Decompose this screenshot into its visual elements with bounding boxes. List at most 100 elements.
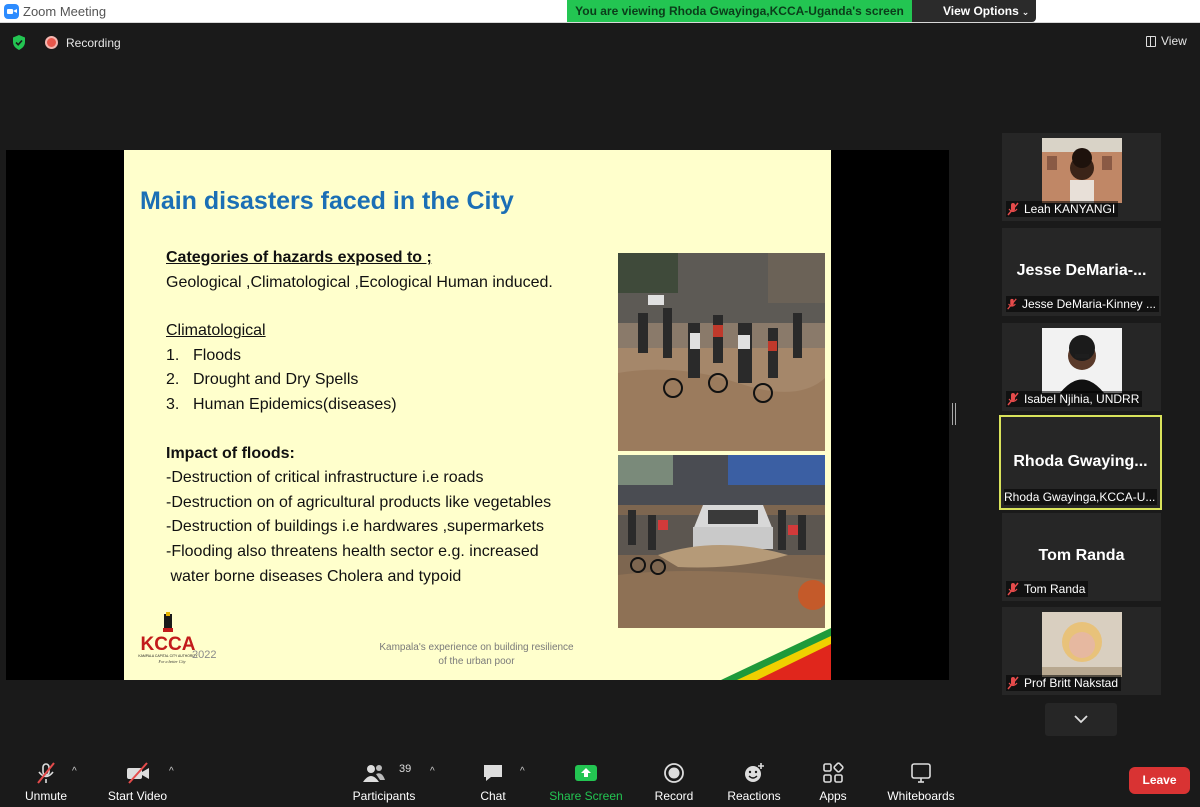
leave-button[interactable]: Leave [1129, 767, 1190, 794]
participant-caption: Isabel Njihia, UNDRR [1006, 391, 1143, 407]
view-options-label: View Options [943, 4, 1019, 18]
chat-options-caret[interactable]: ^ [520, 766, 525, 777]
participant-tile[interactable]: Jesse DeMaria-... Jesse DeMaria-Kinney .… [1002, 228, 1161, 316]
impact-line: -Destruction on of agricultural products… [166, 493, 552, 511]
mic-muted-icon [1007, 676, 1019, 690]
shared-screen: Main disasters faced in the City Categor… [6, 150, 949, 680]
share-screen-label: Share Screen [549, 789, 623, 803]
participant-name: Tom Randa [1024, 582, 1086, 596]
impact-line: water borne diseases Cholera and typoid [166, 567, 462, 585]
record-button[interactable]: Record [650, 753, 698, 807]
participant-tile-active-speaker[interactable]: Rhoda Gwaying... Rhoda Gwayinga,KCCA-U..… [999, 415, 1162, 510]
apps-button[interactable]: Apps [810, 753, 856, 807]
window-title: Zoom Meeting [23, 4, 107, 19]
impact-line: -Flooding also threatens health sector e… [166, 542, 539, 560]
start-video-label: Start Video [107, 789, 168, 803]
participants-options-caret[interactable]: ^ [430, 766, 435, 777]
unmute-label: Unmute [24, 789, 68, 803]
participant-name: Rhoda Gwayinga,KCCA-U... [1004, 490, 1156, 504]
audio-options-caret[interactable]: ^ [72, 766, 77, 777]
kcca-logo-subtext: KAMPALA CAPITAL CITY AUTHORITY [138, 654, 198, 658]
participant-tile[interactable]: Isabel Njihia, UNDRR [1002, 323, 1161, 411]
list-item: 2. Drought and Dry Spells [166, 371, 359, 389]
slide-footer-line1: Kampala's experience on building resilie… [379, 642, 574, 653]
more-participants-button[interactable] [1045, 703, 1117, 736]
kcca-logo-tagline: For a better City [158, 659, 186, 664]
record-label: Record [654, 789, 694, 803]
whiteboards-label: Whiteboards [887, 789, 955, 803]
impact-heading: Impact of floods: [166, 444, 295, 462]
list-item: 3. Human Epidemics(diseases) [166, 395, 397, 413]
apps-icon [823, 762, 844, 783]
recording-label: Recording [66, 36, 121, 50]
participant-caption: Leah KANYANGI [1006, 201, 1119, 217]
view-button[interactable]: View [1140, 32, 1194, 52]
participant-caption: Jesse DeMaria-Kinney ... [1006, 296, 1159, 312]
chevron-down-icon: ⌄ [1021, 7, 1030, 17]
encryption-shield-icon[interactable] [12, 35, 26, 50]
whiteboard-icon [911, 763, 931, 783]
participant-display-name: Rhoda Gwaying... [1013, 453, 1148, 470]
mic-muted-icon [1007, 392, 1019, 406]
chevron-down-icon [1074, 715, 1088, 724]
presentation-slide: Main disasters faced in the City Categor… [124, 150, 831, 680]
slide-title: Main disasters faced in the City [140, 187, 514, 215]
participants-icon [363, 765, 385, 782]
participant-caption: Rhoda Gwayinga,KCCA-U... [1004, 489, 1157, 505]
participants-button[interactable]: 39 Participants [345, 753, 423, 807]
participant-tile[interactable]: Tom Randa Tom Randa [1002, 513, 1161, 601]
apps-label: Apps [819, 789, 847, 803]
slide-body: Categories of hazards exposed to ; Geolo… [166, 246, 606, 589]
video-options-caret[interactable]: ^ [169, 766, 174, 777]
share-screen-icon [575, 765, 597, 781]
screen-share-banner: You are viewing Rhoda Gwayinga,KCCA-Ugan… [567, 0, 912, 22]
list-item: 1. Floods [166, 346, 242, 364]
participant-caption: Prof Britt Nakstad [1006, 675, 1122, 691]
video-off-icon [126, 762, 149, 784]
slide-footer-line2: of the urban poor [438, 656, 515, 667]
kcca-logo-text: KCCA [141, 634, 196, 655]
mic-muted-icon [1007, 202, 1019, 216]
share-screen-button[interactable]: Share Screen [548, 753, 624, 807]
view-grid-icon [1146, 36, 1156, 47]
participant-tile[interactable]: Leah KANYANGI [1002, 133, 1161, 221]
impact-line: -Destruction of buildings i.e hardwares … [166, 518, 544, 536]
participant-tile[interactable]: Prof Britt Nakstad [1002, 607, 1161, 695]
participant-name: Leah KANYANGI [1024, 202, 1116, 216]
zoom-app-icon [4, 4, 19, 19]
participant-display-name: Jesse DeMaria-... [1016, 262, 1147, 279]
participant-name: Prof Britt Nakstad [1024, 676, 1119, 690]
participant-video [1042, 138, 1122, 203]
participant-video [1042, 328, 1122, 393]
view-options-button[interactable]: View Options ⌄ [912, 0, 1036, 22]
participant-caption: Tom Randa [1006, 581, 1089, 597]
participant-display-name: Tom Randa [1038, 547, 1125, 564]
reactions-icon [745, 763, 764, 782]
categories-heading: Categories of hazards exposed to ; [166, 249, 432, 266]
flood-car-photo [618, 455, 825, 628]
mic-muted-icon [1007, 582, 1019, 596]
slide-footer: Kampala's experience on building resilie… [369, 641, 584, 669]
start-video-button[interactable]: Start Video [100, 753, 175, 807]
mic-muted-icon [37, 762, 55, 784]
reactions-button[interactable]: Reactions [724, 753, 784, 807]
recording-icon[interactable] [45, 36, 58, 49]
participants-label: Participants [352, 789, 416, 803]
view-label: View [1161, 34, 1187, 48]
participants-count: 39 [399, 763, 412, 775]
chat-button[interactable]: Chat [470, 753, 516, 807]
whiteboards-button[interactable]: Whiteboards [882, 753, 960, 807]
climatological-list: 1. Floods 2. Drought and Dry Spells 3. Huma… [166, 344, 606, 418]
chat-icon [484, 765, 502, 781]
split-resize-handle[interactable] [952, 403, 956, 425]
chat-label: Chat [480, 789, 506, 803]
kcca-logo: KCCA KAMPALA CAPITAL CITY AUTHORITY For … [138, 612, 198, 664]
meeting-toolbar: Unmute ^ Start Video ^ 39 Participants ^… [0, 753, 1200, 807]
flood-street-photo [618, 253, 825, 451]
record-icon [664, 763, 684, 783]
unmute-button[interactable]: Unmute [14, 753, 78, 807]
reactions-label: Reactions [727, 789, 781, 803]
categories-text: Geological ,Climatological ,Ecological H… [166, 273, 553, 291]
slide-date: 2022 [192, 649, 217, 661]
uganda-flag-stripes [721, 628, 831, 680]
